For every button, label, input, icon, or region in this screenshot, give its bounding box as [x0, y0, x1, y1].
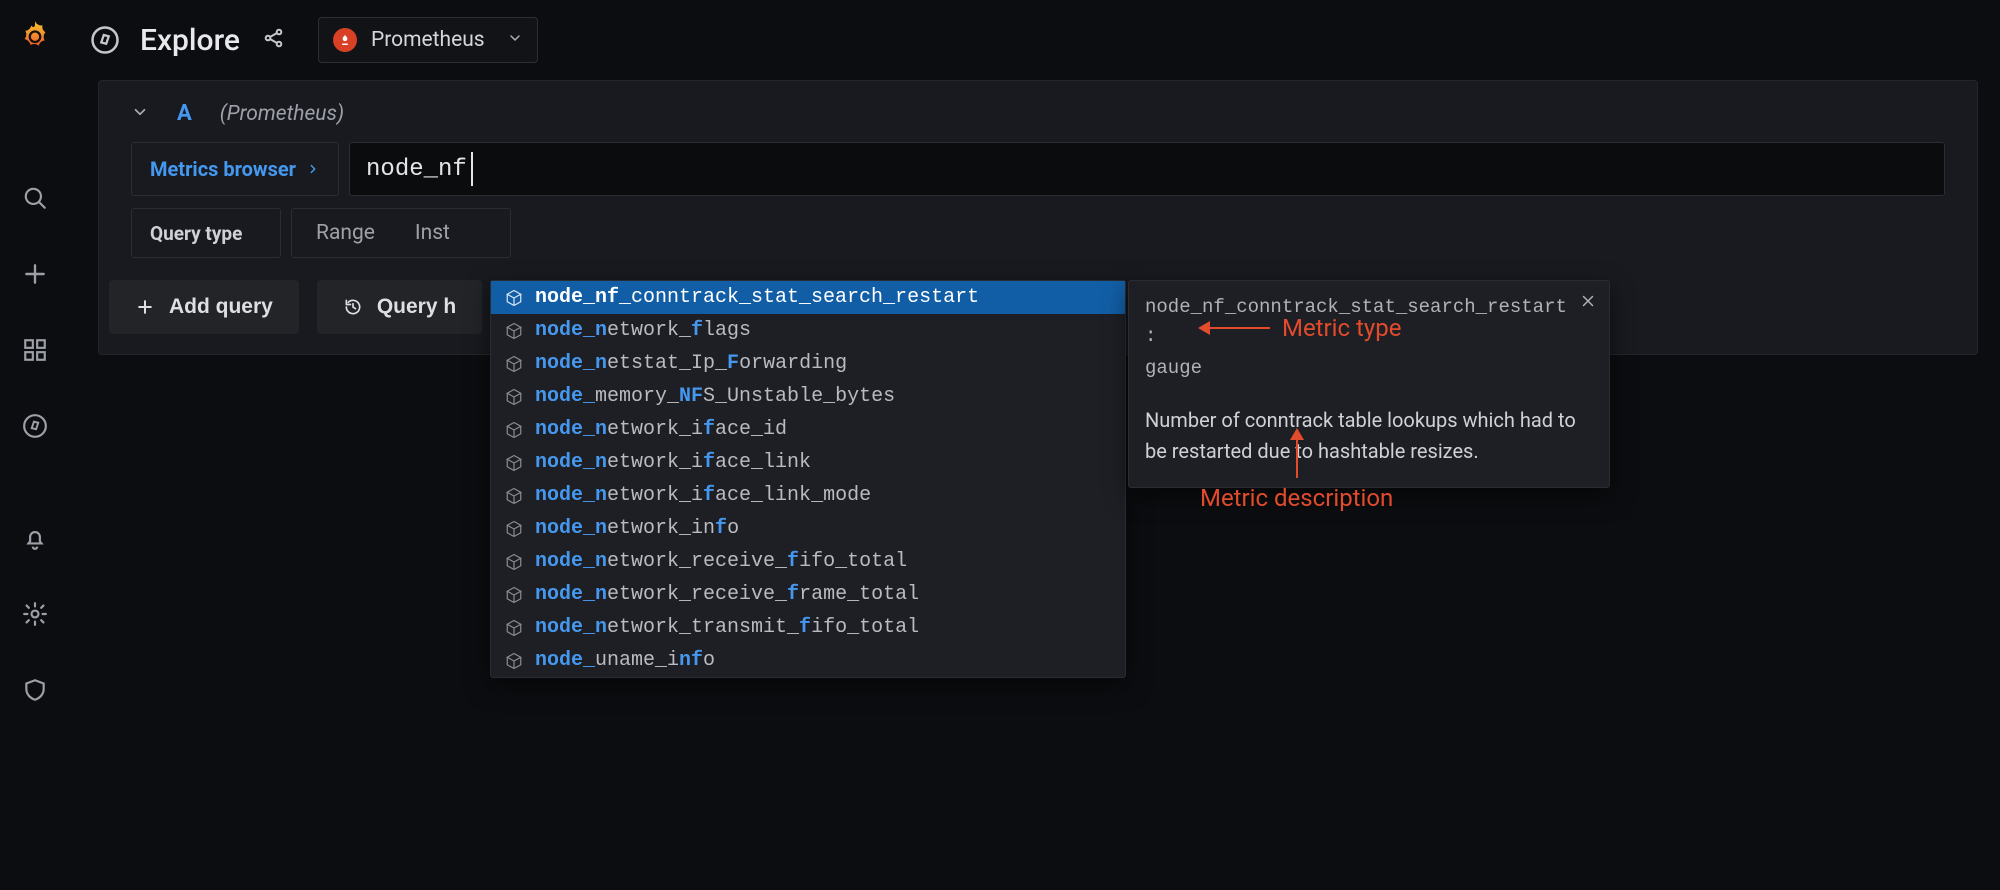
autocomplete-item-label: node_network_iface_link_mode — [535, 484, 871, 507]
explore-compass-icon — [88, 23, 122, 57]
query-history-label: Query h — [377, 295, 456, 319]
autocomplete-item[interactable]: node_network_iface_id — [491, 413, 1125, 446]
promql-input[interactable] — [349, 142, 1945, 196]
top-bar: Explore Prometheus — [70, 0, 2000, 80]
dashboards-icon[interactable] — [19, 334, 51, 366]
cube-icon — [505, 619, 523, 637]
autocomplete-item[interactable]: node_netstat_Ip_Forwarding — [491, 347, 1125, 380]
shield-icon[interactable] — [19, 674, 51, 706]
metrics-browser-label: Metrics browser — [150, 157, 296, 181]
query-history-button[interactable]: Query h — [317, 280, 482, 334]
autocomplete-item[interactable]: node_network_receive_fifo_total — [491, 545, 1125, 578]
cube-icon — [505, 322, 523, 340]
text-caret — [471, 152, 473, 186]
plus-icon — [135, 297, 155, 317]
query-source-hint: (Prometheus) — [220, 102, 344, 126]
cube-icon — [505, 586, 523, 604]
autocomplete-item[interactable]: node_network_receive_frame_total — [491, 578, 1125, 611]
query-type-label: Query type — [131, 208, 281, 258]
chevron-down-icon — [131, 103, 149, 125]
query-type-toggle[interactable]: Range Inst — [291, 208, 511, 258]
chevron-down-icon — [507, 30, 523, 50]
cube-icon — [505, 355, 523, 373]
autocomplete-item[interactable]: node_network_flags — [491, 314, 1125, 347]
left-nav-rail — [0, 0, 70, 890]
autocomplete-item-label: node_network_receive_frame_total — [535, 583, 919, 606]
autocomplete-item[interactable]: node_uname_info — [491, 644, 1125, 677]
cube-icon — [505, 553, 523, 571]
autocomplete-item-label: node_network_flags — [535, 319, 751, 342]
cube-icon — [505, 454, 523, 472]
share-icon[interactable] — [262, 26, 286, 54]
cube-icon — [505, 421, 523, 439]
search-icon[interactable] — [19, 182, 51, 214]
autocomplete-item[interactable]: node_network_iface_link — [491, 446, 1125, 479]
autocomplete-item[interactable]: node_network_iface_link_mode — [491, 479, 1125, 512]
cube-icon — [505, 289, 523, 307]
doc-metric-type: gauge — [1145, 354, 1593, 383]
autocomplete-item[interactable]: node_network_transmit_fifo_total — [491, 611, 1125, 644]
add-query-button[interactable]: Add query — [109, 280, 299, 334]
cube-icon — [505, 652, 523, 670]
query-ref-letter: A — [177, 101, 192, 126]
history-icon — [343, 297, 363, 317]
datasource-picker[interactable]: Prometheus — [318, 17, 538, 63]
metrics-browser-button[interactable]: Metrics browser — [131, 142, 339, 196]
explore-compass-icon[interactable] — [19, 410, 51, 442]
doc-metric-description: Number of conntrack table lookups which … — [1145, 405, 1593, 467]
autocomplete-item-label: node_netstat_Ip_Forwarding — [535, 352, 847, 375]
gear-icon[interactable] — [19, 598, 51, 630]
cube-icon — [505, 388, 523, 406]
autocomplete-item[interactable]: node_network_info — [491, 512, 1125, 545]
autocomplete-item-label: node_network_transmit_fifo_total — [535, 616, 919, 639]
cube-icon — [505, 487, 523, 505]
autocomplete-item-label: node_network_iface_link — [535, 451, 811, 474]
autocomplete-item[interactable]: node_nf_conntrack_stat_search_restart — [491, 281, 1125, 314]
prometheus-icon — [333, 28, 357, 52]
page-title: Explore — [140, 23, 240, 58]
autocomplete-item[interactable]: node_memory_NFS_Unstable_bytes — [491, 380, 1125, 413]
plus-icon[interactable] — [19, 258, 51, 290]
bell-icon[interactable] — [19, 522, 51, 554]
autocomplete-item-label: node_network_iface_id — [535, 418, 787, 441]
autocomplete-dropdown[interactable]: node_nf_conntrack_stat_search_restartnod… — [490, 280, 1126, 678]
datasource-name: Prometheus — [371, 28, 485, 52]
autocomplete-item-label: node_nf_conntrack_stat_search_restart — [535, 286, 979, 309]
autocomplete-item-label: node_network_info — [535, 517, 739, 540]
query-type-option-instant[interactable]: Inst — [415, 221, 450, 245]
doc-metric-name: node_nf_conntrack_stat_search_restart : — [1145, 293, 1593, 352]
grafana-logo[interactable] — [17, 18, 53, 58]
metric-doc-card: node_nf_conntrack_stat_search_restart : … — [1128, 280, 1610, 488]
add-query-label: Add query — [169, 295, 273, 319]
chevron-right-icon — [306, 157, 320, 181]
autocomplete-item-label: node_network_receive_fifo_total — [535, 550, 907, 573]
query-header[interactable]: A (Prometheus) — [105, 87, 1971, 140]
close-icon[interactable] — [1579, 291, 1597, 320]
query-type-option-range[interactable]: Range — [316, 221, 375, 245]
autocomplete-item-label: node_uname_info — [535, 649, 715, 672]
autocomplete-item-label: node_memory_NFS_Unstable_bytes — [535, 385, 895, 408]
cube-icon — [505, 520, 523, 538]
